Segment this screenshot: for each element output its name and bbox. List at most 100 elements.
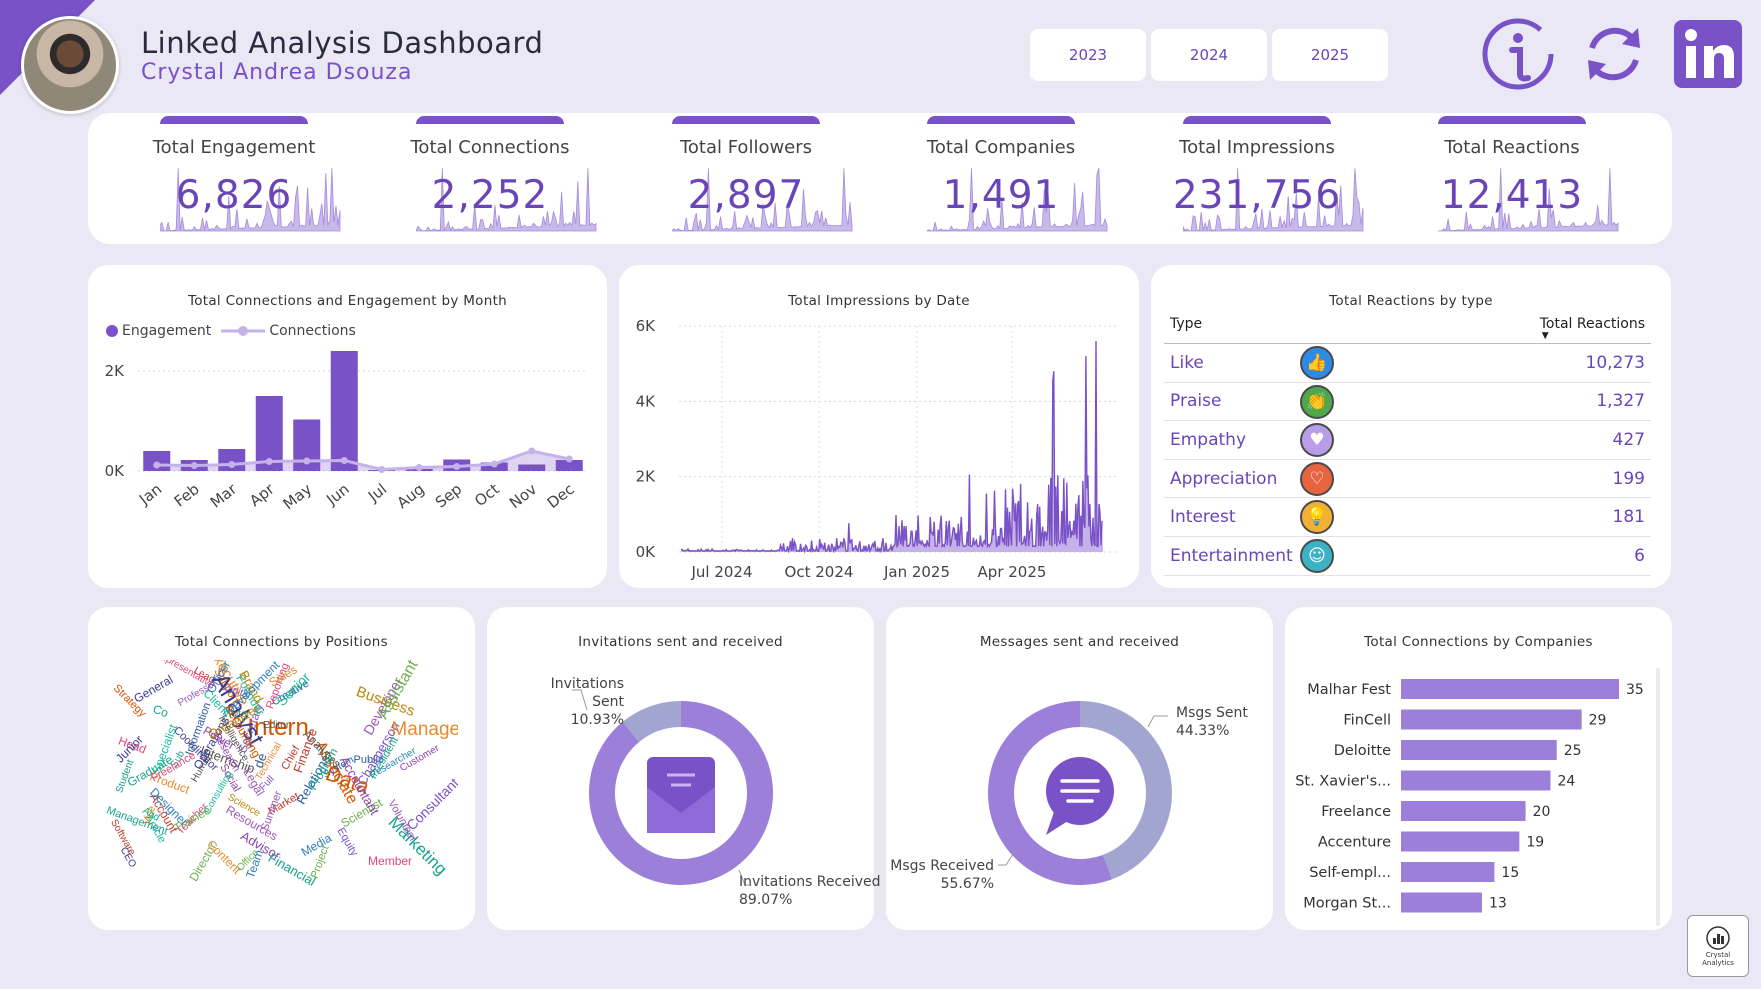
x-tick-label: Sep bbox=[432, 480, 465, 512]
col-total-header[interactable]: Total Reactions ▼ bbox=[1539, 316, 1645, 341]
info-icon[interactable] bbox=[1482, 18, 1554, 90]
x-tick-label: Dec bbox=[544, 480, 578, 512]
card-title: Total Connections by Positions bbox=[175, 634, 388, 650]
company-bar bbox=[1401, 709, 1582, 730]
messages-sent-name: Msgs Sent bbox=[1176, 705, 1248, 721]
invitations-received-pct: 89.07% bbox=[739, 892, 793, 908]
badge-line1: Crystal bbox=[1705, 951, 1731, 959]
x-tick-label: Jul 2024 bbox=[690, 563, 752, 581]
company-value: 24 bbox=[1557, 774, 1575, 790]
linkedin-icon[interactable] bbox=[1672, 18, 1744, 90]
reaction-type: Empathy bbox=[1170, 429, 1247, 450]
reaction-value: 427 bbox=[1612, 429, 1645, 450]
word-cloud-term[interactable]: Equity bbox=[334, 825, 360, 857]
reaction-value: 181 bbox=[1612, 507, 1645, 528]
reaction-row-like[interactable]: Like 👍 10,273 bbox=[1164, 344, 1651, 383]
x-tick-label: Jan 2025 bbox=[883, 563, 950, 581]
connections-point bbox=[190, 462, 198, 469]
company-label: Morgan St... bbox=[1303, 896, 1391, 912]
kpi-tab bbox=[160, 116, 308, 124]
kpi-tab bbox=[927, 116, 1075, 124]
x-tick-label: Nov bbox=[506, 480, 540, 512]
word-cloud-term[interactable]: Editor bbox=[263, 720, 289, 731]
messages-received-pct: 55.67% bbox=[940, 876, 994, 892]
invitations-sent-pct: 10.93% bbox=[570, 712, 624, 728]
y-tick-label: 0K bbox=[636, 543, 657, 561]
company-label: Self-empl... bbox=[1309, 865, 1391, 881]
refresh-icon[interactable] bbox=[1578, 18, 1650, 90]
page-title: Linked Analysis Dashboard bbox=[141, 26, 544, 60]
connections-point bbox=[265, 458, 273, 465]
kpi-value: 6,826 bbox=[175, 173, 293, 218]
word-cloud-term[interactable]: Member bbox=[368, 854, 412, 868]
word-cloud-term[interactable]: General bbox=[131, 672, 175, 705]
kpi-total-connections: Total Connections 2,252 bbox=[374, 113, 597, 244]
invitations-received-label: Invitations Received 89.07% bbox=[739, 873, 881, 909]
x-tick-label: Jun bbox=[322, 480, 352, 509]
kpi-tab bbox=[672, 116, 820, 124]
companies-scrollbar[interactable] bbox=[1656, 668, 1660, 926]
engagement-bar bbox=[330, 351, 358, 471]
word-cloud-term[interactable]: Manager bbox=[391, 719, 458, 741]
year-2024-button[interactable]: 2024 bbox=[1151, 29, 1267, 81]
reaction-row-praise[interactable]: Praise 👏 1,327 bbox=[1164, 383, 1651, 422]
companies-chart: Malhar Fest 35 FinCell 29 Deloitte 25 St. Xavi… bbox=[1295, 679, 1644, 913]
company-value: 13 bbox=[1489, 896, 1507, 912]
company-value: 35 bbox=[1626, 682, 1644, 698]
company-label: Accenture bbox=[1318, 835, 1391, 851]
reaction-value: 1,327 bbox=[1596, 391, 1645, 412]
like-icon: 👍 bbox=[1300, 346, 1334, 380]
company-bar bbox=[1401, 862, 1495, 882]
kpi-value: 1,491 bbox=[942, 173, 1060, 218]
reactions-table-header: Type Total Reactions ▼ bbox=[1164, 313, 1651, 344]
x-tick-label: Apr 2025 bbox=[978, 563, 1047, 581]
company-bar bbox=[1401, 679, 1619, 699]
word-cloud-term[interactable]: Co bbox=[151, 702, 170, 720]
kpi-total-companies: Total Companies 1,491 bbox=[885, 113, 1108, 244]
x-tick-label: Feb bbox=[171, 480, 203, 511]
appreciation-icon: ♡ bbox=[1300, 461, 1334, 496]
connections-point bbox=[528, 447, 536, 455]
year-2025-button[interactable]: 2025 bbox=[1272, 29, 1388, 81]
reaction-value: 199 bbox=[1612, 468, 1645, 489]
x-tick-label: Mar bbox=[207, 479, 241, 511]
company-label: Deloitte bbox=[1334, 743, 1391, 759]
kpi-value: 231,756 bbox=[1172, 173, 1342, 218]
x-tick-label: Jul bbox=[364, 480, 390, 506]
kpi-value: 2,252 bbox=[431, 173, 549, 218]
company-value: 15 bbox=[1501, 865, 1519, 881]
kpi-value: 12,413 bbox=[1440, 173, 1584, 218]
reactions-rows: Like 👍 10,273 Praise 👏 1,327 Empathy ♥ 427 Apprec… bbox=[1164, 344, 1651, 576]
reaction-type: Entertainment bbox=[1170, 545, 1293, 566]
kpi-tab bbox=[1438, 116, 1586, 124]
kpi-panel: Total Engagement 6,826 Total Connections… bbox=[88, 113, 1672, 244]
company-bar bbox=[1401, 831, 1520, 852]
badge-logo-icon bbox=[1706, 926, 1730, 950]
connections-point bbox=[565, 455, 573, 463]
connections-point bbox=[153, 461, 161, 469]
messages-received-name: Msgs Received bbox=[890, 858, 994, 874]
connections-point bbox=[378, 466, 386, 473]
messages-sent-label: Msgs Sent 44.33% bbox=[1176, 704, 1248, 740]
reaction-row-appreciation[interactable]: Appreciation ♡ 199 bbox=[1164, 460, 1651, 499]
reaction-value: 10,273 bbox=[1585, 352, 1645, 373]
y-tick-label: 0K bbox=[105, 462, 126, 480]
entertainment-icon: ☺ bbox=[1300, 538, 1334, 573]
reaction-row-entertainment[interactable]: Entertainment ☺ 6 bbox=[1164, 537, 1651, 576]
reaction-row-interest[interactable]: Interest 💡 181 bbox=[1164, 498, 1651, 537]
reactions-table: Type Total Reactions ▼ Like 👍 10,273 Praise… bbox=[1164, 313, 1651, 576]
year-2023-button[interactable]: 2023 bbox=[1030, 29, 1146, 81]
company-label: FinCell bbox=[1343, 713, 1391, 729]
reaction-row-empathy[interactable]: Empathy ♥ 427 bbox=[1164, 421, 1651, 460]
reaction-type: Like bbox=[1170, 352, 1204, 373]
x-tick-label: May bbox=[280, 480, 316, 513]
company-label: Malhar Fest bbox=[1307, 682, 1391, 698]
col-type-header[interactable]: Type bbox=[1170, 316, 1202, 332]
positions-word-cloud: Creative Reporting Secretary Graduate Produc… bbox=[98, 660, 458, 900]
invitations-sent-label: Invitations Sent 10.93% bbox=[524, 675, 624, 729]
connections-point bbox=[303, 457, 311, 465]
col-total-label: Total Reactions bbox=[1539, 316, 1645, 332]
company-bar bbox=[1401, 770, 1551, 791]
x-tick-label: Jan bbox=[135, 480, 165, 509]
avatar bbox=[21, 16, 119, 114]
